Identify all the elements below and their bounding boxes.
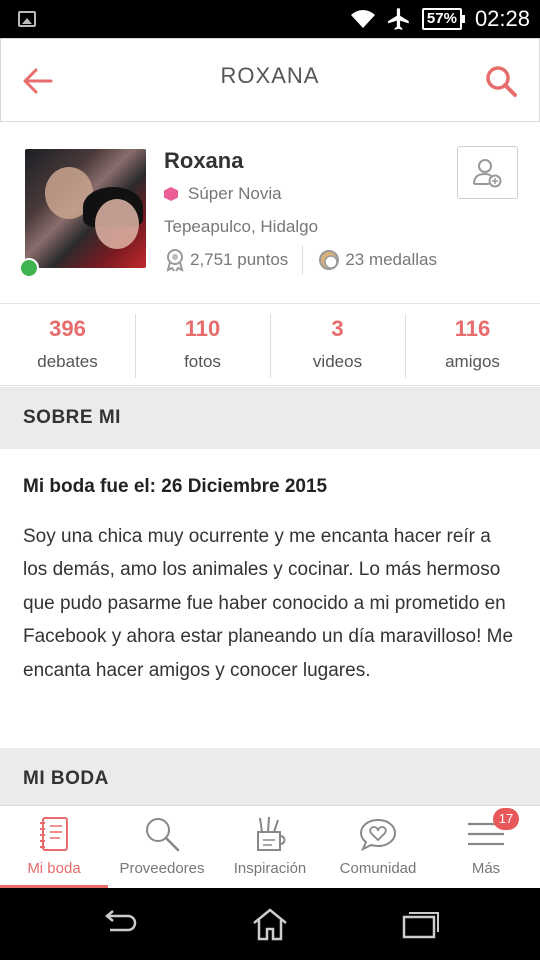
rank-label: Súper Novia: [188, 184, 282, 203]
clock: 02:28: [474, 6, 530, 31]
profile-location: Tepeapulco, Hidalgo: [164, 217, 319, 236]
battery-indicator: 57%: [421, 8, 465, 30]
heart-chat-icon: [359, 818, 397, 852]
nav-label: Comunidad: [339, 860, 417, 877]
profile-name: Roxana: [164, 148, 244, 173]
counter-debates[interactable]: 396 debates: [0, 304, 135, 385]
add-user-icon: [473, 159, 502, 188]
points-stat[interactable]: 2,751 puntos: [164, 248, 288, 272]
system-recents-icon[interactable]: [400, 906, 440, 942]
profile-counters: 396 debates 110 fotos 3 videos 116 amigo…: [0, 304, 540, 386]
nav-label: Proveedores: [119, 860, 205, 877]
nav-label: Inspiración: [233, 860, 307, 877]
counter-label: debates: [37, 352, 98, 371]
counter-label: fotos: [184, 352, 221, 371]
counter-value: 396: [49, 316, 86, 341]
counter-videos[interactable]: 3 videos: [270, 304, 405, 385]
airplane-icon: [388, 8, 409, 30]
wifi-icon: [350, 10, 375, 28]
avatar[interactable]: [25, 149, 146, 268]
app-header: ROXANA: [0, 38, 540, 122]
ribbon-award-icon: [166, 249, 184, 272]
status-bar: 57% 02:28: [0, 0, 540, 38]
nav-item-mi-boda[interactable]: Mi boda: [0, 806, 108, 888]
nav-label: Más: [471, 860, 501, 877]
nav-item-comunidad[interactable]: Comunidad: [324, 806, 432, 888]
nav-item-proveedores[interactable]: Proveedores: [108, 806, 216, 888]
medals-label: 23 medallas: [345, 250, 437, 269]
battery-percent: 57%: [421, 8, 462, 30]
search-icon[interactable]: [483, 63, 519, 99]
gallery-notification-icon: [18, 11, 36, 27]
nav-label: Mi boda: [27, 860, 81, 877]
counter-label: amigos: [445, 352, 500, 371]
system-nav-bar: [0, 888, 540, 960]
counter-value: 116: [454, 316, 491, 341]
counter-photos[interactable]: 110 fotos: [135, 304, 270, 385]
add-friend-button[interactable]: [457, 146, 518, 199]
profile-card: Roxana Súper Novia Tepeapulco, Hidalgo 2…: [0, 122, 540, 304]
notebook-icon: [40, 817, 68, 851]
page-title: ROXANA: [220, 63, 320, 88]
counter-label: videos: [312, 352, 363, 371]
bottom-nav: Mi boda Proveedores Inspiración Comunida…: [0, 805, 540, 888]
section-about-header: SOBRE MI: [0, 387, 540, 449]
wedding-date: Mi boda fue el: 26 Diciembre 2015: [23, 476, 328, 497]
counter-value: 3: [331, 316, 344, 341]
profile-stats: 2,751 puntos 23 medallas: [164, 245, 437, 275]
counter-value: 110: [184, 316, 221, 341]
search-icon: [146, 818, 180, 852]
bio-text: Soy una chica muy ocurrente y me encanta…: [23, 526, 514, 681]
notification-badge: 17: [493, 808, 519, 830]
nav-item-inspiracion[interactable]: Inspiración: [216, 806, 324, 888]
medal-icon: [319, 250, 340, 270]
system-home-icon[interactable]: [250, 906, 290, 942]
about-section: Mi boda fue el: 26 Diciembre 2015 Soy un…: [0, 450, 540, 748]
points-label: 2,751 puntos: [190, 250, 289, 269]
counter-friends[interactable]: 116 amigos: [405, 304, 540, 385]
profile-rank: Súper Novia: [164, 184, 282, 204]
section-wedding-header: MI BODA: [0, 748, 540, 805]
medals-stat[interactable]: 23 medallas: [317, 248, 437, 272]
back-arrow-icon[interactable]: [21, 65, 55, 97]
online-status-dot: [19, 258, 39, 278]
rank-hexagon-icon: [164, 187, 178, 201]
nav-item-mas[interactable]: 17 Más: [432, 806, 540, 888]
pencil-cup-icon: [257, 816, 286, 851]
system-back-icon[interactable]: [100, 906, 140, 942]
